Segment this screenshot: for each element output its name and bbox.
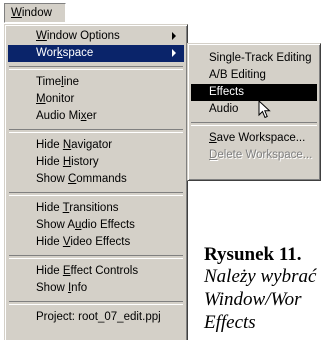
- menu-item-workspace[interactable]: Workspace: [8, 45, 184, 62]
- menu-separator: [9, 301, 183, 305]
- menu-item-mnemonic: N: [62, 139, 72, 151]
- menu-item-label: avigator: [71, 139, 113, 151]
- menu-item-window-options[interactable]: Window Options: [8, 28, 184, 45]
- menu-item-label: istory: [71, 156, 99, 168]
- window-menu-dropdown: Window Options Workspace Timeline Monito…: [4, 24, 188, 340]
- menu-item-hide-effect-controls[interactable]: Hide Effect Controls: [8, 263, 184, 280]
- menu-item-label: Wor: [36, 47, 57, 59]
- menu-item-mnemonic: S: [209, 132, 217, 144]
- menu-item-label: Show: [36, 173, 68, 185]
- menu-item-hide-video-effects[interactable]: Hide Video Effects: [8, 234, 184, 251]
- menu-item-label: Audio Mi: [36, 110, 81, 122]
- window-menu-title[interactable]: Window: [4, 3, 66, 23]
- menu-item-label: Hide: [36, 202, 63, 214]
- menu-item-mnemonic: E: [62, 265, 71, 277]
- menu-item-label: ransitions: [69, 202, 119, 214]
- menu-separator: [9, 192, 183, 196]
- menu-item-monitor[interactable]: Monitor: [8, 91, 184, 108]
- menu-item-timeline[interactable]: Timeline: [8, 74, 184, 91]
- menu-item-label: nfo: [71, 282, 88, 294]
- menu-item-mnemonic: H: [62, 156, 72, 168]
- menu-item-label: space: [62, 47, 94, 59]
- menu-separator: [9, 255, 183, 259]
- menu-item-label: indow Options: [46, 30, 120, 42]
- submenu-item-audio[interactable]: Audio: [191, 101, 317, 118]
- figure-caption-line: Effects: [204, 312, 256, 333]
- figure-caption-title: Rysunek 11.: [204, 244, 302, 265]
- menu-item-label: ffect Controls: [70, 265, 139, 277]
- menu-item-label: dio Effects: [81, 219, 135, 231]
- menu-item-label: ine: [63, 76, 80, 88]
- submenu-item-effects[interactable]: Effects: [191, 84, 317, 101]
- menu-item-label: Time: [36, 76, 62, 88]
- menu-item-label: ave Workspace...: [216, 132, 306, 144]
- menu-separator: [191, 122, 317, 126]
- menu-item-label: er: [86, 110, 97, 122]
- menu-item-label: Show: [36, 282, 68, 294]
- menu-item-hide-navigator[interactable]: Hide Navigator: [8, 137, 184, 154]
- menu-separator: [9, 66, 183, 70]
- menu-item-label: Show A: [36, 219, 75, 231]
- figure-caption-line: Window/Wor: [204, 289, 302, 310]
- menu-item-audio-mixer[interactable]: Audio Mixer: [8, 108, 184, 125]
- mouse-pointer-icon: [258, 100, 271, 119]
- menu-item-show-info[interactable]: Show Info: [8, 280, 184, 297]
- submenu-item-ab-editing[interactable]: A/B Editing: [191, 67, 317, 84]
- menu-item-mnemonic: M: [36, 93, 46, 105]
- menu-item-show-audio-effects[interactable]: Show Audio Effects: [8, 217, 184, 234]
- submenu-arrow-icon: [172, 32, 176, 40]
- window-menu-mnemonic: W: [11, 7, 22, 19]
- menu-item-label: Hide: [36, 156, 63, 168]
- menu-item-label: elete Workspace...: [217, 149, 313, 161]
- workspace-submenu: Single-Track Editing A/B Editing Effects…: [187, 43, 321, 181]
- submenu-item-delete-workspace: Delete Workspace...: [191, 147, 317, 164]
- menu-item-label: Hide: [36, 139, 63, 151]
- menu-item-label: Project: root_07_edit.ppj: [36, 311, 161, 323]
- menu-item-label: ideo Effects: [70, 236, 131, 248]
- menu-item-show-commands[interactable]: Show Commands: [8, 171, 184, 188]
- submenu-item-single-track-editing[interactable]: Single-Track Editing: [191, 50, 317, 67]
- window-menu-label: indow: [21, 7, 52, 19]
- menu-item-mnemonic: W: [36, 30, 47, 42]
- submenu-arrow-icon: [172, 49, 176, 57]
- menu-item-label: ommands: [76, 173, 127, 185]
- submenu-item-save-workspace[interactable]: Save Workspace...: [191, 130, 317, 147]
- menu-item-hide-history[interactable]: Hide History: [8, 154, 184, 171]
- menu-item-hide-transitions[interactable]: Hide Transitions: [8, 200, 184, 217]
- menu-separator: [9, 129, 183, 133]
- menu-item-project[interactable]: Project: root_07_edit.ppj: [8, 309, 184, 326]
- menu-item-label: onitor: [45, 93, 75, 105]
- menu-item-label: Hide: [36, 265, 63, 277]
- figure-caption-line: Należy wybrać: [204, 266, 317, 287]
- menu-item-label: Hide: [36, 236, 63, 248]
